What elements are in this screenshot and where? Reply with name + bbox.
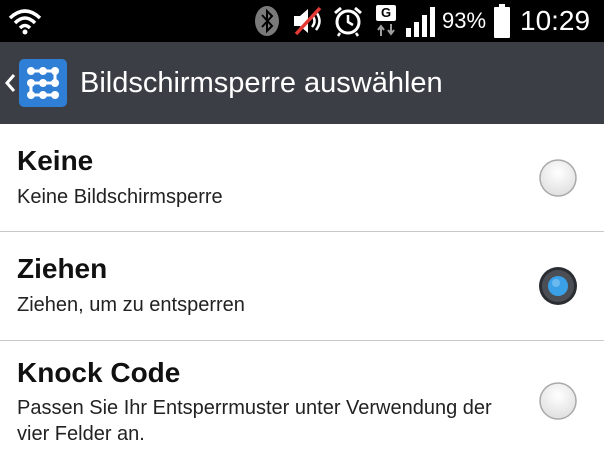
signal-strength-icon (406, 7, 435, 37)
radio-unselected[interactable] (538, 158, 578, 198)
option-title: Ziehen (17, 253, 108, 284)
status-clock: 10:29 (520, 5, 591, 36)
option-description: Ziehen, um zu entsperren (17, 294, 245, 316)
alarm-clock-icon (334, 6, 362, 37)
radio-selected[interactable] (538, 266, 578, 306)
lock-pattern-icon[interactable] (18, 58, 68, 108)
wifi-icon (8, 9, 42, 35)
data-arrows-icon (377, 24, 395, 36)
page-title: Bildschirmsperre auswählen (80, 67, 443, 99)
radio-unselected[interactable] (538, 381, 578, 421)
action-bar: Bildschirmsperre auswählen (0, 42, 604, 124)
option-knock-code[interactable]: Knock Code Passen Sie Ihr Entsperrmuster… (0, 341, 604, 462)
option-description: Passen Sie Ihr Entsperrmuster unter Verw… (17, 397, 492, 445)
option-description: Keine Bildschirmsperre (17, 186, 223, 208)
option-title: Knock Code (17, 357, 181, 388)
battery-icon (494, 4, 510, 38)
mobile-data-icon: G (372, 3, 400, 39)
option-keine[interactable]: Keine Keine Bildschirmsperre (0, 124, 604, 231)
status-bar: G 93% 10:29 (0, 0, 604, 42)
battery-percent: 93% (442, 8, 487, 33)
chevron-left-icon[interactable] (2, 68, 18, 98)
sound-muted-icon (294, 6, 322, 36)
bluetooth-icon (255, 6, 279, 36)
option-title: Keine (17, 145, 94, 176)
option-ziehen[interactable]: Ziehen Ziehen, um zu entsperren (0, 232, 604, 340)
network-type-label: G (376, 5, 396, 21)
